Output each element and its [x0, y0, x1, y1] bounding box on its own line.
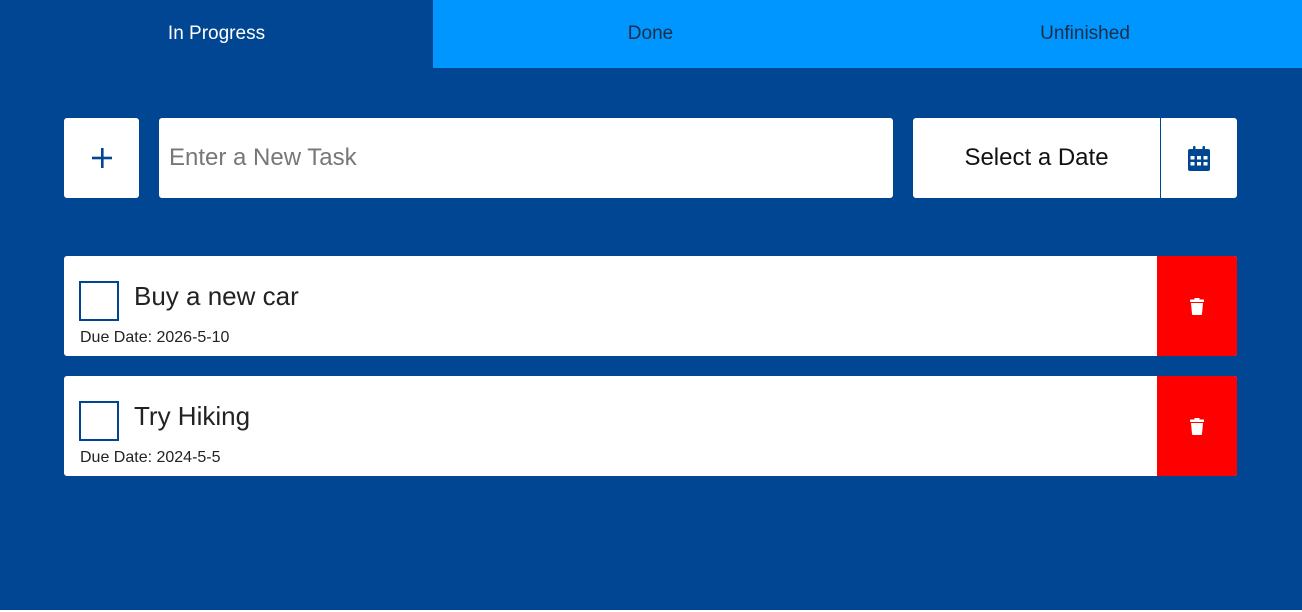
tab-label: Unfinished	[1040, 23, 1130, 44]
tab-unfinished[interactable]: Unfinished	[868, 0, 1302, 68]
delete-task-button[interactable]	[1157, 376, 1237, 476]
trash-icon	[1190, 297, 1204, 315]
calendar-icon	[1188, 145, 1210, 171]
task-title: Buy a new car	[134, 281, 299, 311]
add-task-button[interactable]	[64, 118, 139, 198]
task-checkbox[interactable]	[79, 281, 119, 321]
tab-label: In Progress	[167, 23, 266, 44]
plus-icon	[91, 148, 112, 168]
task-due-date: Due Date: 2024-5-5	[80, 449, 221, 466]
tab-done[interactable]: Done	[433, 0, 868, 68]
date-picker: Select a Date	[913, 118, 1237, 198]
todo-app: In Progress Done Unfinished Select a Dat…	[0, 0, 1302, 610]
trash-icon	[1190, 417, 1204, 435]
select-date-field[interactable]: Select a Date	[913, 118, 1161, 198]
calendar-button[interactable]	[1161, 118, 1237, 198]
task-item: Try Hiking Due Date: 2024-5-5	[64, 376, 1237, 476]
task-list: Buy a new car Due Date: 2026-5-10 Try Hi…	[64, 256, 1237, 496]
tab-in-progress[interactable]: In Progress	[0, 0, 433, 68]
task-checkbox[interactable]	[79, 401, 119, 441]
tab-label: Done	[627, 23, 674, 44]
select-date-label: Select a Date	[964, 144, 1109, 171]
task-due-date: Due Date: 2026-5-10	[80, 329, 230, 346]
delete-task-button[interactable]	[1157, 256, 1237, 356]
tab-bar: In Progress Done Unfinished	[0, 0, 1302, 68]
task-title: Try Hiking	[134, 401, 251, 431]
new-task-input[interactable]	[159, 118, 893, 198]
task-item: Buy a new car Due Date: 2026-5-10	[64, 256, 1237, 356]
